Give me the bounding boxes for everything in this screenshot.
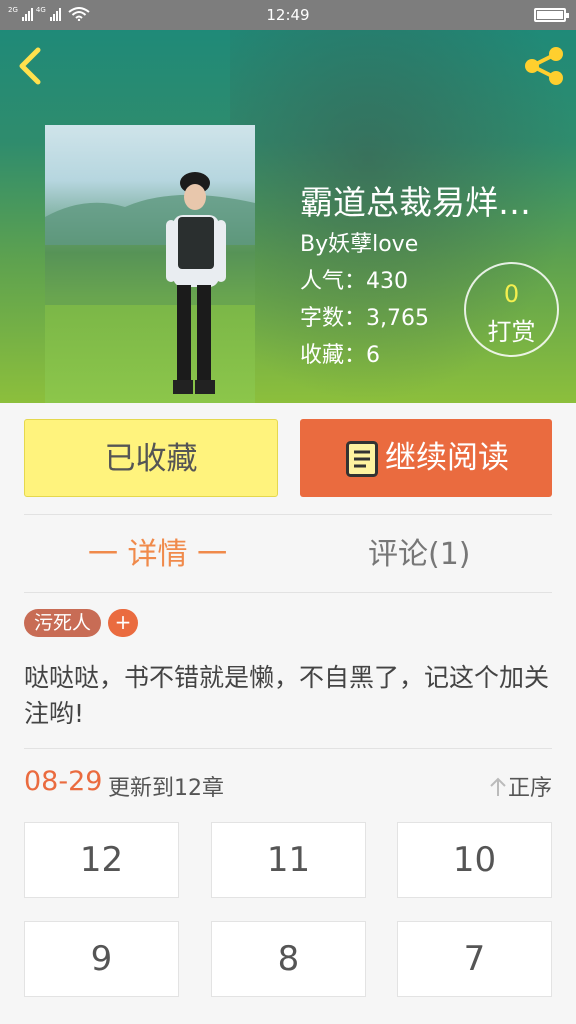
battery-icon [534, 8, 569, 22]
book-title: 霸道总裁易烊… [300, 183, 531, 222]
chapter-item[interactable]: 8 [211, 921, 366, 997]
book-word-count: 字数：3,765 [300, 306, 429, 331]
book-icon [346, 441, 378, 477]
divider [24, 748, 552, 749]
status-bar: 2G 4G 12:49 [0, 0, 576, 30]
update-status: 更新到12章 [108, 776, 224, 801]
book-favorites: 收藏：6 [300, 343, 380, 368]
chapter-item[interactable]: 11 [211, 822, 366, 898]
sort-order-label: 正序 [507, 776, 552, 801]
continue-reading-label: 继续阅读 [385, 440, 509, 476]
chapter-item[interactable]: 9 [24, 921, 179, 997]
reward-count: 0 [503, 280, 520, 308]
share-icon[interactable] [522, 46, 566, 86]
book-popularity: 人气：430 [300, 269, 408, 294]
reward-button[interactable]: 0 打赏 [464, 262, 559, 357]
arrow-up-icon [490, 777, 506, 796]
continue-reading-button[interactable]: 继续阅读 [300, 419, 552, 497]
update-date: 08-29 [24, 766, 103, 797]
book-description: 哒哒哒，书不错就是懒，不自黑了，记这个加关注哟! [24, 663, 550, 728]
chapter-item[interactable]: 12 [24, 822, 179, 898]
cover-person-illustration [45, 172, 255, 394]
status-time: 12:49 [266, 6, 310, 24]
tab-detail[interactable]: 一 详情 一 [88, 530, 227, 580]
chapter-item[interactable]: 10 [397, 822, 552, 898]
tag-chip[interactable]: 污死人 [24, 609, 102, 637]
back-icon[interactable] [14, 46, 48, 86]
favorited-button[interactable]: 已收藏 [24, 419, 278, 497]
tab-comments[interactable]: 评论(1) [368, 530, 471, 580]
divider [24, 514, 552, 515]
book-cover[interactable] [45, 125, 255, 403]
chapter-item[interactable]: 7 [397, 921, 552, 997]
book-author[interactable]: By妖孽love [300, 226, 418, 258]
book-header: 霸道总裁易烊… By妖孽love 人气：430 字数：3,765 收藏：6 0 … [0, 30, 576, 403]
reward-label: 打赏 [487, 318, 536, 346]
divider [24, 592, 552, 593]
add-tag-button[interactable]: + [108, 609, 138, 637]
sort-order-button[interactable]: 正序 [490, 770, 552, 802]
